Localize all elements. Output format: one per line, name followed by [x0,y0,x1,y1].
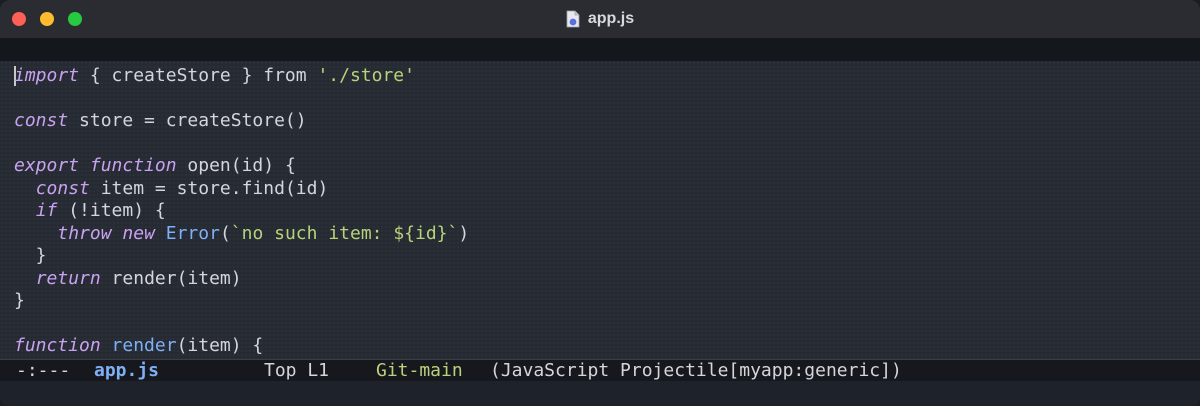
code-line: return render(item) [14,268,242,290]
minibuffer[interactable] [0,381,1200,406]
code-token: Error [165,223,220,244]
code-token: render [111,335,177,356]
code-token: (!item) { [57,200,166,221]
window-title: app.js [0,0,1200,38]
modeline-vc-branch[interactable]: Git-main [376,360,463,381]
modeline-major-modes: (JavaScript Projectile[myapp:generic]) [490,360,902,381]
code-line: const item = store.find(id) [14,178,329,200]
code-line: if (!item) { [14,200,166,222]
code-line: } [14,290,25,312]
header-line [0,39,1200,61]
code-line: throw new Error(`no such item: ${id}`) [14,223,469,245]
code-token: throw [57,223,112,244]
code-token: new [122,223,155,244]
code-token: } [14,290,25,311]
mode-line: -:--- app.js Top L1 Git-main (JavaScript… [0,359,1200,381]
editor-window: app.js import { createStore } from './st… [0,0,1200,406]
code-token: if [35,200,58,221]
code-token: const [35,178,90,199]
code-token: `no such item: ${id}` [230,223,459,244]
code-line: const store = createStore() [14,110,307,132]
window-title-text: app.js [587,10,635,27]
code-token: './store' [317,65,415,86]
title-bar: app.js [0,0,1200,39]
code-line: } [14,245,47,267]
code-token: store = createStore() [68,110,307,131]
code-token: ( [219,223,231,244]
code-token: return [35,268,101,289]
code-token: function [14,335,101,356]
code-token: (item) { [176,335,264,356]
code-token: open(id) { [176,155,296,176]
javascript-file-icon [566,10,580,28]
code-token: function [89,155,177,176]
code-token: { createStore } from [79,65,318,86]
code-token: import [14,65,80,86]
code-token: item = store.find(id) [89,178,329,199]
code-token: ) [458,223,470,244]
code-line: function render(item) { [14,335,263,357]
code-line: export function open(id) { [14,155,296,177]
modeline-buffer-name[interactable]: app.js [94,360,159,381]
code-token: } [14,245,47,266]
code-token: const [14,110,69,131]
code-line: import { createStore } from './store' [14,65,415,87]
modeline-position: Top L1 [264,360,330,381]
modeline-status: -:--- [16,360,71,381]
code-token: export [14,155,80,176]
code-token: render(item) [100,268,242,289]
code-editor[interactable]: import { createStore } from './store' con… [0,61,1200,359]
